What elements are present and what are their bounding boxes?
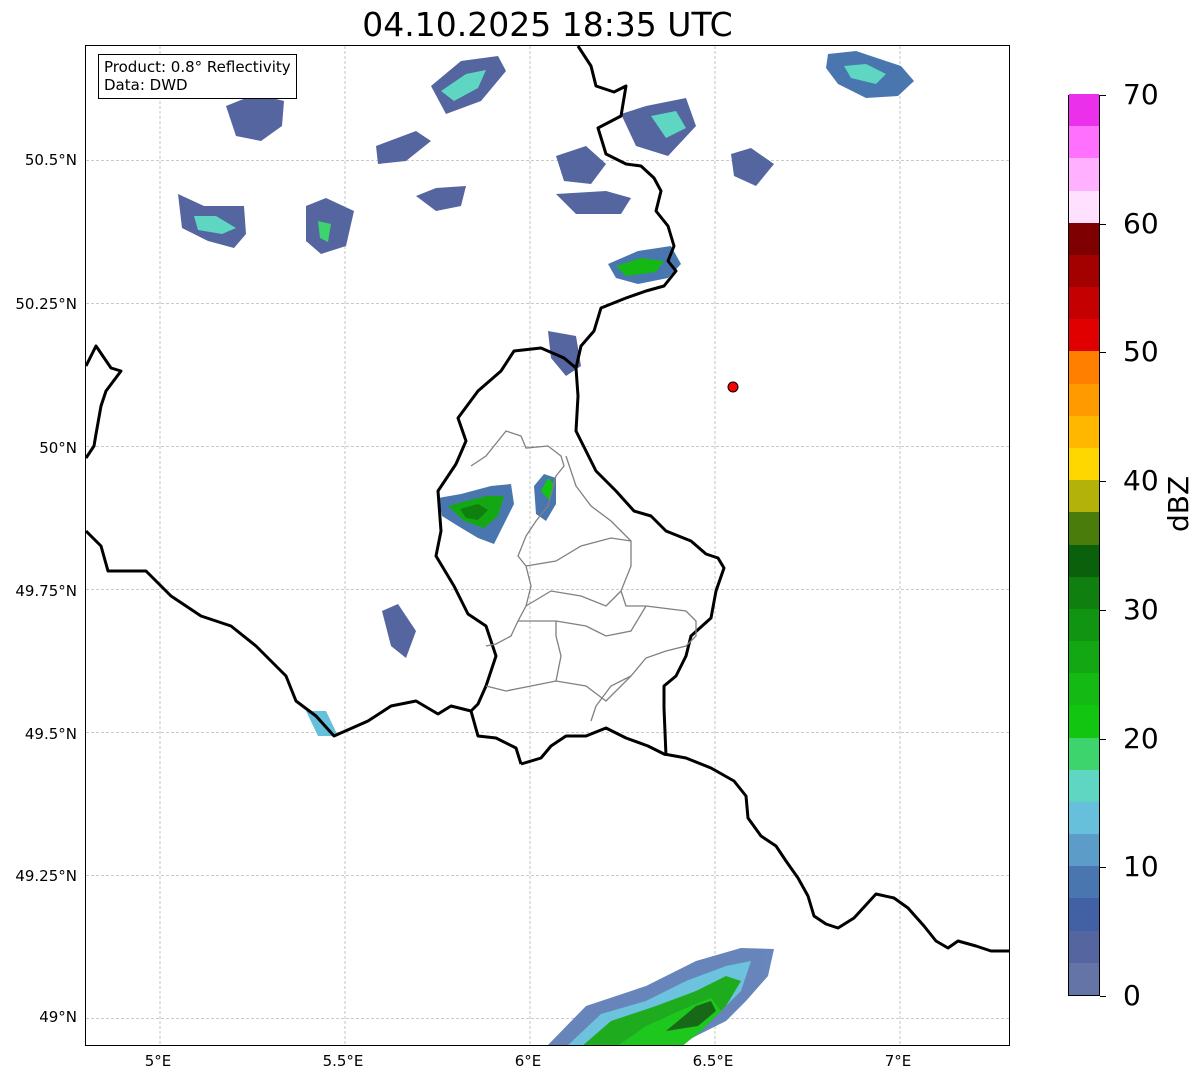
radar-echoes bbox=[178, 51, 914, 1045]
lat-tick-label: 49.5°N bbox=[24, 725, 77, 743]
lon-tick-label: 6.5°E bbox=[692, 1052, 734, 1070]
colorbar-segment bbox=[1069, 769, 1099, 802]
colorbar-segment bbox=[1069, 125, 1099, 159]
colorbar-tick bbox=[1100, 996, 1106, 997]
colorbar-segment bbox=[1069, 415, 1099, 448]
colorbar-segment bbox=[1069, 865, 1099, 899]
colorbar-segment bbox=[1069, 383, 1099, 416]
colorbar-segment bbox=[1069, 640, 1099, 674]
colorbar-tick-label: 40 bbox=[1123, 464, 1159, 498]
radar-map[interactable] bbox=[85, 45, 1010, 1046]
colorbar-segment bbox=[1069, 672, 1099, 706]
lat-tick-label: 49.75°N bbox=[15, 582, 77, 600]
colorbar-segment bbox=[1069, 254, 1099, 288]
colorbar-segment bbox=[1069, 544, 1099, 577]
colorbar-tick bbox=[1100, 95, 1106, 96]
colorbar-segment bbox=[1069, 897, 1099, 931]
colorbar-segment bbox=[1069, 190, 1099, 223]
colorbar-segment bbox=[1069, 479, 1099, 513]
colorbar-segment bbox=[1069, 930, 1099, 963]
colorbar-segment bbox=[1069, 833, 1099, 867]
colorbar-segment bbox=[1069, 93, 1099, 127]
colorbar-tick bbox=[1100, 481, 1106, 483]
colorbar-tick-label: 70 bbox=[1123, 78, 1159, 111]
colorbar-tick-label: 50 bbox=[1123, 335, 1159, 369]
colorbar-tick-label: 60 bbox=[1123, 206, 1159, 240]
echo-cell-south bbox=[547, 948, 774, 1045]
map-title: 04.10.2025 18:35 UTC bbox=[362, 5, 733, 44]
colorbar-segment bbox=[1069, 286, 1099, 320]
colorbar-tick bbox=[1100, 609, 1106, 611]
colorbar-tick-label: 10 bbox=[1123, 850, 1159, 884]
colorbar-segment bbox=[1069, 350, 1099, 384]
colorbar-segment bbox=[1069, 157, 1099, 191]
colorbar-tick bbox=[1100, 738, 1106, 740]
dbz-colorbar bbox=[1068, 93, 1100, 996]
lat-lon-gridlines bbox=[86, 46, 1009, 1045]
data-source-label: Data: DWD bbox=[104, 76, 188, 94]
lon-tick-label: 5°E bbox=[144, 1052, 172, 1070]
colorbar-segment bbox=[1069, 222, 1099, 255]
lon-tick-label: 7°E bbox=[884, 1052, 912, 1070]
colorbar-segment bbox=[1069, 801, 1099, 835]
colorbar-segment bbox=[1069, 447, 1099, 481]
colorbar-tick bbox=[1100, 352, 1106, 354]
radar-site-marker bbox=[727, 381, 739, 393]
colorbar-tick-label: 0 bbox=[1123, 979, 1141, 1012]
lon-tick-label: 6°E bbox=[514, 1052, 542, 1070]
colorbar-unit-label: dBZ bbox=[1162, 475, 1195, 532]
lon-tick-label: 5.5°E bbox=[322, 1052, 364, 1070]
colorbar-segment bbox=[1069, 318, 1099, 352]
colorbar-segment bbox=[1069, 737, 1099, 770]
lat-tick-label: 49°N bbox=[39, 1008, 77, 1026]
district-boundaries bbox=[470, 430, 697, 722]
colorbar-segment bbox=[1069, 576, 1099, 609]
colorbar-segment bbox=[1069, 511, 1099, 545]
colorbar-tick bbox=[1100, 223, 1106, 225]
colorbar-tick-label: 20 bbox=[1123, 721, 1159, 755]
map-canvas bbox=[86, 46, 1009, 1045]
colorbar-segment bbox=[1069, 608, 1099, 642]
colorbar-tick bbox=[1100, 867, 1106, 869]
echo-cell-lux-west bbox=[438, 474, 556, 544]
product-label: Product: 0.8° Reflectivity bbox=[104, 58, 291, 76]
colorbar-segment bbox=[1069, 704, 1099, 738]
lat-tick-label: 50°N bbox=[39, 439, 77, 457]
lat-tick-label: 50.5°N bbox=[24, 151, 77, 169]
product-info-box: Product: 0.8° Reflectivity Data: DWD bbox=[98, 54, 297, 99]
colorbar-tick-label: 30 bbox=[1123, 592, 1159, 626]
lat-tick-label: 49.25°N bbox=[15, 867, 77, 885]
colorbar-segment bbox=[1069, 962, 1099, 995]
lat-tick-label: 50.25°N bbox=[15, 295, 77, 313]
